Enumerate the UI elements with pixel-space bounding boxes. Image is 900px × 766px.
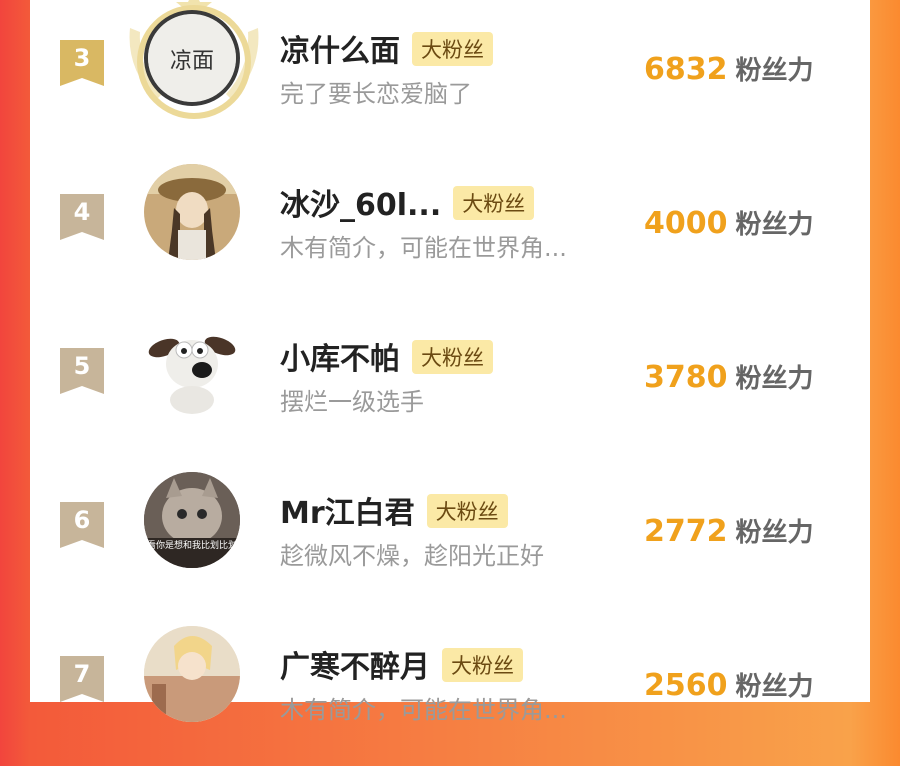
rank-number: 6 <box>73 506 91 534</box>
avatar-container[interactable] <box>144 626 244 726</box>
score-value: 2772 <box>644 514 728 549</box>
score-value: 4000 <box>644 206 728 241</box>
score-unit: 粉丝力 <box>735 210 814 240</box>
rank-badge: 5 <box>60 348 104 394</box>
score-value: 3780 <box>644 360 728 395</box>
fan-score: 3780 粉丝力 <box>644 358 814 395</box>
fan-level-badge: 大粉丝 <box>426 494 508 528</box>
fan-bio: 摆烂一级选手 <box>280 388 424 416</box>
fan-name: 凉什么面 大粉丝 <box>280 26 493 70</box>
avatar-caption: 看你是想和我比划比划 <box>147 539 237 551</box>
score-unit: 粉丝力 <box>735 672 814 702</box>
fan-name-text: 小库不帕 <box>280 342 400 377</box>
fan-bio: 木有简介，可能在世界角... <box>280 234 567 262</box>
rank-badge: 3 <box>60 40 104 86</box>
fan-row[interactable]: 7 广寒不醉月 大粉丝 木有简介，可能在世界角... 2560 粉丝力 <box>30 616 870 766</box>
fan-row[interactable]: 6 看你是想和我比划比划 Mr江白君 大粉丝 趁微风不燥，趁阳光正好 2772 … <box>30 462 870 612</box>
avatar <box>144 164 240 260</box>
avatar-container[interactable]: 凉面 <box>129 0 259 119</box>
fan-score: 2772 粉丝力 <box>644 512 814 549</box>
avatar <box>144 318 240 414</box>
fan-score: 4000 粉丝力 <box>644 204 814 241</box>
fan-name: 小库不帕 大粉丝 <box>280 334 493 378</box>
score-value: 2560 <box>644 668 728 703</box>
fan-level-badge: 大粉丝 <box>412 32 493 66</box>
rank-badge: 7 <box>60 656 104 702</box>
fan-name-text: Mr江白君 <box>280 496 415 531</box>
avatar: 看你是想和我比划比划 <box>144 472 240 568</box>
fan-score: 6832 粉丝力 <box>644 50 814 87</box>
fan-row[interactable]: 4 冰沙_60l... 大粉丝 木有简介，可能在世界角... 4000 粉丝力 <box>30 154 870 304</box>
fan-row[interactable]: 3 凉面 凉什么面 大粉丝 完了要长恋爱脑了 6832 粉丝力 <box>30 0 870 150</box>
fan-leaderboard-panel: 3 凉面 凉什么面 大粉丝 完了要长恋爱脑了 6832 粉丝力 4 冰沙_60l… <box>30 0 870 724</box>
fan-bio: 完了要长恋爱脑了 <box>280 80 472 108</box>
fan-name-text: 广寒不醉月 <box>280 650 430 685</box>
fan-level-badge: 大粉丝 <box>412 340 493 374</box>
rank-number: 4 <box>73 198 91 226</box>
avatar-container[interactable]: 看你是想和我比划比划 <box>144 472 244 572</box>
rank-badge: 4 <box>60 194 104 240</box>
fan-bio: 木有简介，可能在世界角... <box>280 696 567 724</box>
fan-name: Mr江白君 大粉丝 <box>280 488 508 532</box>
rank-number: 7 <box>73 660 91 688</box>
score-unit: 粉丝力 <box>735 364 814 394</box>
fan-name-text: 冰沙_60l... <box>280 188 442 223</box>
avatar-signature: 凉面 <box>170 49 214 74</box>
fan-score: 2560 粉丝力 <box>644 666 814 703</box>
rank-number: 3 <box>73 44 91 72</box>
fan-row[interactable]: 5 小库不帕 大粉丝 摆烂一级选手 3780 粉丝力 <box>30 308 870 458</box>
fan-level-badge: 大粉丝 <box>442 648 523 682</box>
score-value: 6832 <box>644 52 728 87</box>
rank-badge: 6 <box>60 502 104 548</box>
fan-name: 冰沙_60l... 大粉丝 <box>280 180 535 224</box>
fan-level-badge: 大粉丝 <box>453 186 535 220</box>
avatar-container[interactable] <box>144 318 244 418</box>
avatar: 凉面 <box>144 10 240 106</box>
score-unit: 粉丝力 <box>735 56 814 86</box>
avatar <box>144 626 240 722</box>
fan-name-text: 凉什么面 <box>280 34 400 69</box>
avatar-container[interactable] <box>144 164 244 264</box>
score-unit: 粉丝力 <box>735 518 814 548</box>
fan-bio: 趁微风不燥，趁阳光正好 <box>280 542 544 570</box>
rank-number: 5 <box>73 352 91 380</box>
fan-name: 广寒不醉月 大粉丝 <box>280 642 523 686</box>
